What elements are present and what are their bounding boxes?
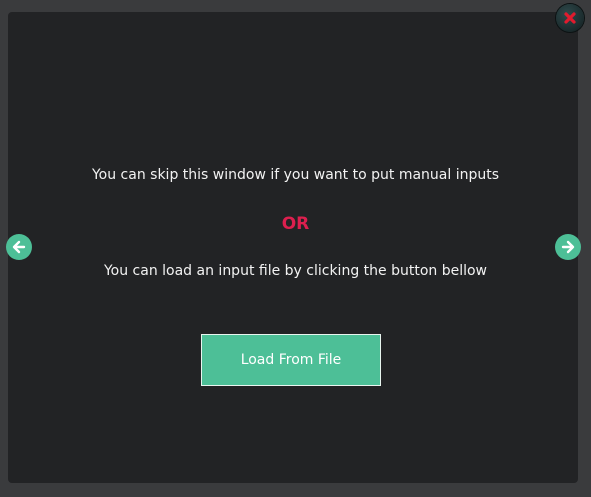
dialog-window: [8, 12, 578, 483]
skip-instruction-text: You can skip this window if you want to …: [91, 167, 500, 183]
arrow-left-icon: [6, 234, 32, 260]
load-from-file-button[interactable]: Load From File: [201, 334, 381, 386]
or-separator: OR: [281, 214, 310, 234]
load-instruction-text: You can load an input file by clicking t…: [103, 263, 488, 279]
close-button[interactable]: [556, 4, 584, 32]
previous-button[interactable]: [4, 233, 34, 261]
arrow-right-icon: [555, 234, 581, 260]
close-icon: [563, 11, 577, 25]
next-button[interactable]: [553, 233, 583, 261]
